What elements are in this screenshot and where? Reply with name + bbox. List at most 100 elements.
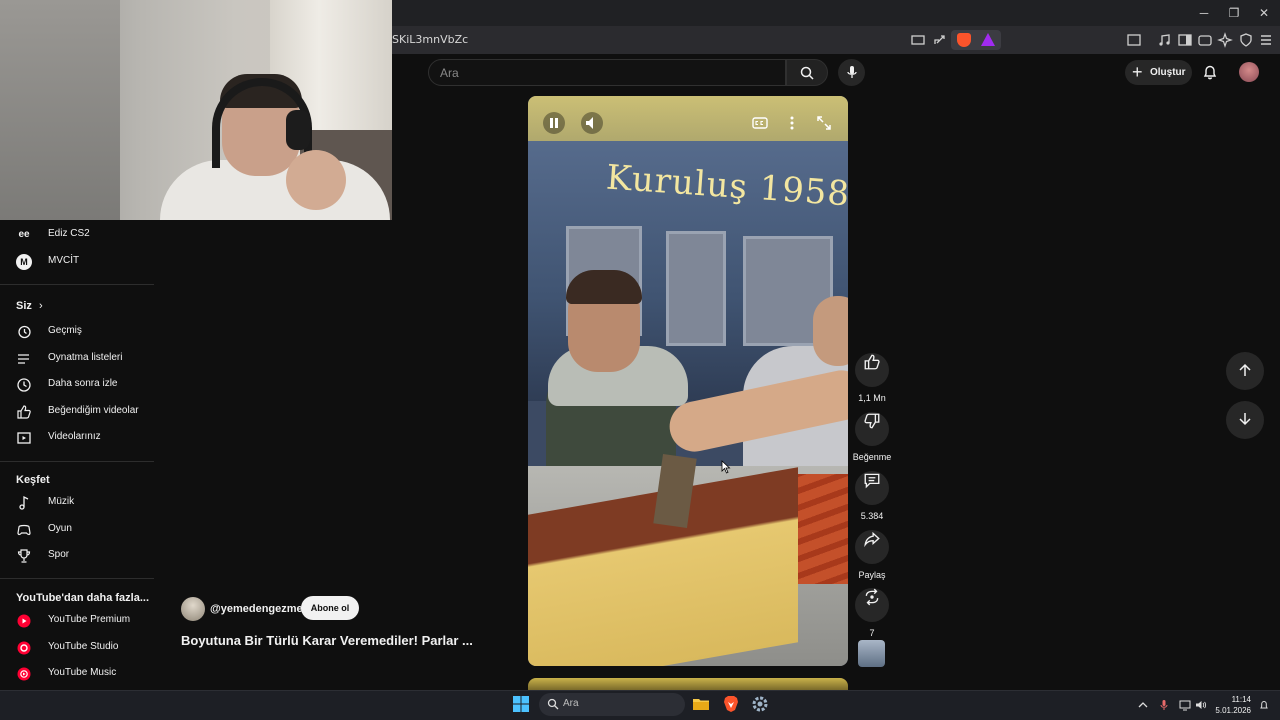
youtube-music-icon [16,666,32,682]
close-button[interactable]: ✕ [1256,5,1272,21]
volume-icon[interactable] [581,112,603,134]
mouse-cursor-icon [721,460,731,474]
remix-action[interactable]: 7 [854,580,890,638]
sidebar-item-playlists[interactable]: Oynatma listeleri [0,346,154,372]
video-person-left-hair [566,270,642,304]
remix-button[interactable] [855,588,889,622]
menu-icon[interactable] [1258,32,1274,48]
subscribe-button[interactable]: Abone ol [301,596,359,620]
thumbs-up-icon [16,404,32,420]
wallet-icon[interactable] [1197,32,1213,48]
video-person-right-head [813,296,848,366]
brave-rewards-icon[interactable] [981,33,995,46]
notifications-bell-icon[interactable] [1201,63,1219,81]
microphone-tray-icon[interactable] [1158,698,1170,710]
arrow-down-icon [1239,413,1251,426]
chevron-up-icon[interactable] [1137,698,1149,710]
gamepad-icon [16,522,32,538]
voice-search-button[interactable] [838,59,865,86]
comment-count: 5.384 [860,511,884,521]
notification-center-icon[interactable] [1258,698,1270,710]
sidebar-item-label: Oynatma listeleri [48,352,123,363]
next-short-button[interactable] [1226,401,1264,439]
next-short-preview[interactable] [528,678,848,690]
sidebar-divider [0,284,154,285]
account-avatar[interactable] [1239,62,1259,82]
leo-ai-icon[interactable] [1217,32,1233,48]
windows-start-icon[interactable] [512,695,530,713]
comments-button[interactable] [855,471,889,505]
sidebar-item-gaming[interactable]: Oyun [0,517,154,543]
clock-time: 11:14 [1231,695,1251,704]
brave-shield-icon[interactable] [957,33,971,47]
video-icon [16,430,32,446]
file-explorer-icon[interactable] [692,695,710,713]
sidebar-item-youtube-premium[interactable]: YouTube Premium [0,608,154,634]
arrow-up-icon [1239,363,1251,376]
taskbar-search-placeholder: Ara [563,698,579,709]
dislike-label: Beğenme [852,452,892,462]
sidebar-item-liked-videos[interactable]: Beğendiğim videolar [0,399,154,425]
remix-icon [865,588,879,606]
restore-button[interactable]: ❐ [1226,5,1242,21]
sidebar-item-label: YouTube Studio [48,641,119,652]
sidebar-item-ediz-cs2[interactable]: ee Ediz CS2 [0,222,154,248]
search-input[interactable]: Ara [428,59,786,86]
fullscreen-icon[interactable] [813,112,835,134]
like-action[interactable]: 1,1 Mn [854,345,890,403]
dislike-button[interactable] [855,412,889,446]
cast-icon[interactable] [910,32,926,48]
you-section-title: Siz [16,300,32,312]
captions-icon[interactable] [749,112,771,134]
short-video-player[interactable]: Kuruluş 1958 [528,96,848,666]
more-options-icon[interactable] [781,112,803,134]
sidebar-item-youtube-studio[interactable]: YouTube Studio [0,635,154,661]
media-icon[interactable] [1157,32,1173,48]
sidebar-item-your-videos[interactable]: Videolarınız [0,425,154,451]
taskbar-clock[interactable]: 11:14 5.01.2026 [1211,694,1251,716]
sidebar-item-history[interactable]: Geçmiş [0,319,154,345]
search-button[interactable] [786,59,828,86]
sidebar-item-label: Oyun [48,523,72,534]
share-action[interactable]: Paylaş [854,522,890,580]
minimize-button[interactable]: ─ [1196,5,1212,21]
remix-count: 7 [869,628,875,638]
sidebar-item-youtube-music[interactable]: YouTube Music [0,661,154,687]
share-icon [864,531,880,548]
thumbs-down-icon [864,413,880,429]
channel-avatar[interactable] [181,597,205,621]
you-section-link[interactable]: Siz › [16,300,43,312]
sidebar-item-watch-later[interactable]: Daha sonra izle [0,372,154,398]
like-button[interactable] [855,353,889,387]
sidebar-item-sports[interactable]: Spor [0,543,154,569]
create-button[interactable]: + Oluştur [1125,60,1192,85]
url-text[interactable]: SKiL3mnVbZc [392,33,468,46]
history-icon [16,324,32,340]
reader-icon[interactable] [1126,32,1142,48]
brave-browser-icon[interactable] [722,695,740,713]
playlist-icon [16,351,32,367]
previous-short-button[interactable] [1226,352,1264,390]
sidebar-item-music[interactable]: Müzik [0,490,154,516]
audio-source-thumbnail[interactable] [858,640,885,667]
vpn-icon[interactable] [1238,32,1254,48]
clock-date: 5.01.2026 [1215,706,1251,715]
share-button[interactable] [855,530,889,564]
dislike-action[interactable]: Beğenme [846,404,898,462]
short-title[interactable]: Boyutuna Bir Türlü Karar Veremediler! Pa… [181,633,473,648]
sidebar-item-label: Videolarınız [48,431,101,442]
pause-icon[interactable] [543,112,565,134]
channel-handle[interactable]: @yemedengezme [210,603,303,615]
comment-icon [864,473,880,489]
share-page-icon[interactable] [932,32,948,48]
comments-action[interactable]: 5.384 [854,463,890,521]
sidebar-item-label: Geçmiş [48,325,82,336]
brave-shields-group[interactable] [951,30,1001,50]
taskbar-search[interactable]: Ara [539,693,685,716]
speaker-icon[interactable] [1195,698,1207,710]
settings-gear-icon[interactable] [751,695,769,713]
network-icon[interactable] [1179,698,1191,711]
sidebar-item-label: YouTube Premium [48,614,131,625]
sidebar-item-mvcit[interactable]: M MVCİT [0,249,154,275]
sidebar-toggle-icon[interactable] [1177,32,1193,48]
